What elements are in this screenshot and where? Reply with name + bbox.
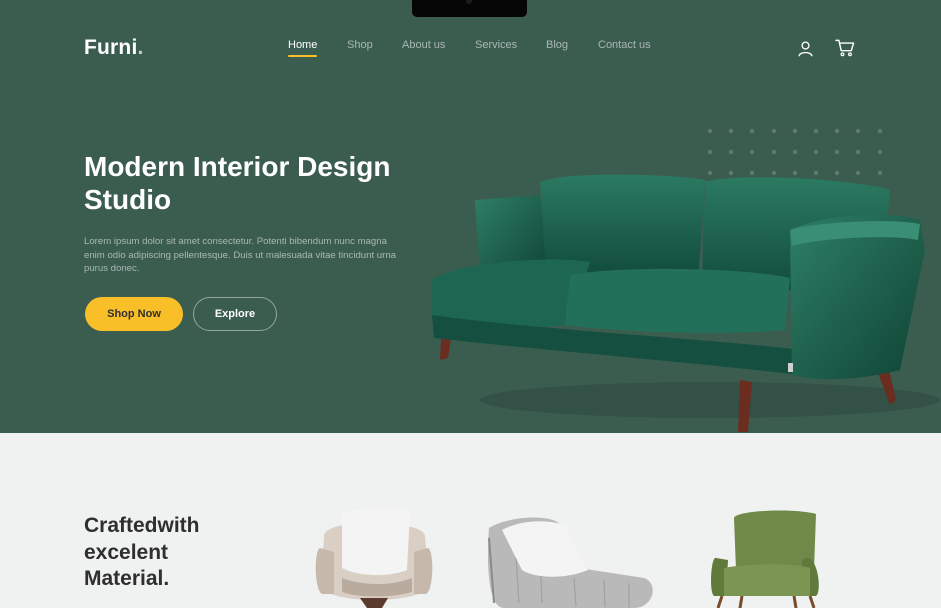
- camera-icon: [466, 0, 472, 4]
- nav-item-about-us[interactable]: About us: [402, 39, 445, 51]
- product-grey-lounge-chair[interactable]: [484, 508, 656, 608]
- product-olive-armchair[interactable]: [706, 508, 826, 608]
- sofa-image: [432, 174, 940, 432]
- crafted-title-line2: excelent: [84, 540, 169, 564]
- brand-name: Furni: [84, 36, 138, 59]
- crafted-title-line3: Material.: [84, 567, 170, 590]
- nav-item-home[interactable]: Home: [288, 39, 318, 57]
- cart-button[interactable]: [834, 37, 856, 59]
- brand-logo[interactable]: Furni.: [84, 36, 144, 60]
- shop-now-button[interactable]: Shop Now: [85, 297, 183, 331]
- account-button[interactable]: [794, 37, 816, 59]
- hero-section: Furni. Home Shop About us Services Blog …: [0, 0, 941, 433]
- nav-item-services[interactable]: Services: [475, 39, 517, 51]
- hero-title-line2: Studio: [84, 184, 172, 215]
- hero-title: Modern Interior Design Studio: [84, 150, 424, 216]
- explore-button[interactable]: Explore: [193, 297, 277, 331]
- hero-title-line1: Modern Interior Design: [84, 151, 391, 182]
- device-camera-notch: [412, 0, 527, 17]
- user-icon: [797, 40, 813, 56]
- crafted-section: Craftedwith excelent Material.: [0, 433, 941, 608]
- nav-item-shop[interactable]: Shop: [347, 39, 373, 51]
- crafted-title-line1: Craftedwith: [84, 514, 200, 537]
- hero-description: Lorem ipsum dolor sit amet consectetur. …: [84, 236, 396, 275]
- brand-dot: .: [137, 36, 144, 59]
- nav-item-blog[interactable]: Blog: [546, 39, 568, 51]
- cart-icon: [835, 39, 855, 57]
- product-beige-armchair[interactable]: [312, 508, 436, 608]
- nav-item-contact-us[interactable]: Contact us: [598, 39, 651, 51]
- crafted-title: Craftedwith excelent Material.: [84, 513, 264, 593]
